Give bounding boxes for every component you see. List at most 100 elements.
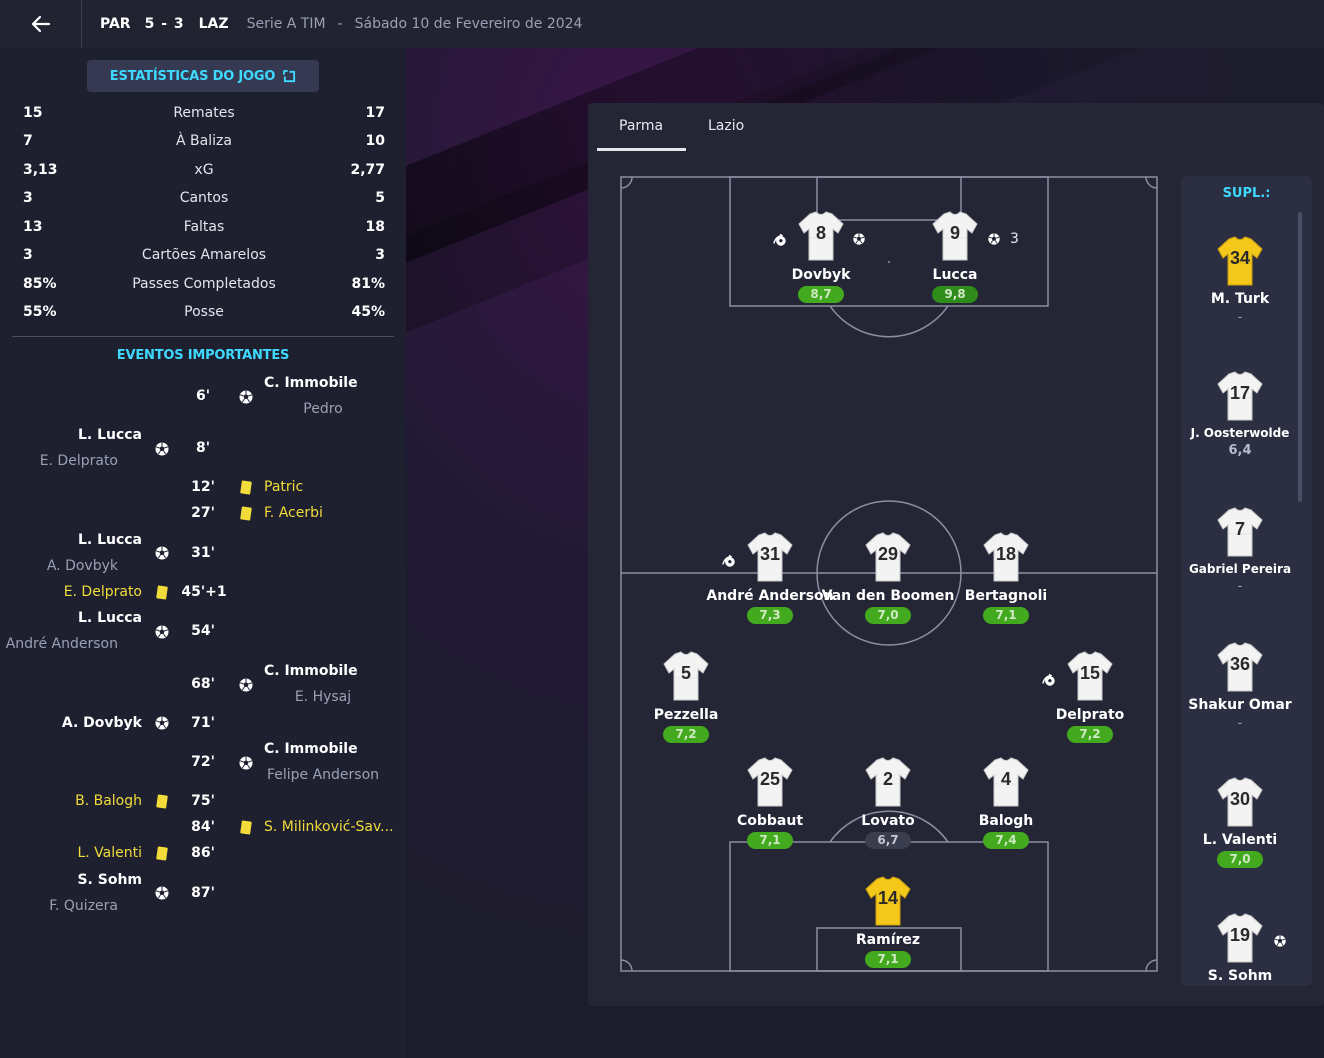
back-button[interactable] (0, 0, 82, 48)
stat-label: Cantos (179, 190, 229, 206)
goal-icon (154, 441, 170, 457)
stat-row-shots: 15 Remates 17 (23, 102, 385, 124)
goal-icon (1273, 934, 1287, 948)
stat-away-value: 18 (365, 219, 385, 235)
stat-home-value: 3 (23, 247, 33, 263)
player-name: Bertagnoli (964, 588, 1048, 604)
player-name: Delprato (1055, 707, 1125, 723)
assist-icon (722, 554, 736, 568)
event-player[interactable]: F. Acerbi (264, 505, 323, 521)
competition-name[interactable]: Serie A TIM (247, 16, 326, 32)
goal-icon (238, 677, 254, 693)
event-assist-player[interactable]: A. Dovbyk (0, 558, 118, 574)
sub-m-turk[interactable]: 34 M. Turk - (1181, 233, 1299, 325)
goal-icon (154, 545, 170, 561)
event-player[interactable]: C. Immobile (264, 663, 358, 679)
goal-count: 3 (1010, 231, 1019, 247)
shirt-number: 9 (949, 223, 960, 243)
section-divider (12, 336, 394, 337)
goal-icon (154, 885, 170, 901)
goal-icon (852, 232, 866, 246)
player-lucca[interactable]: 9 Lucca 9,8 (885, 208, 1025, 303)
event-player[interactable]: C. Immobile (264, 375, 358, 391)
stat-row-fouls: 13 Faltas 18 (23, 216, 385, 238)
stat-away-value: 2,77 (350, 162, 385, 178)
shirt-icon: 36 (1212, 639, 1268, 695)
sub-l-valenti[interactable]: 30 L. Valenti 7,0 (1181, 774, 1299, 868)
sub-j-oosterwolde[interactable]: 17 J. Oosterwolde 6,4 (1181, 368, 1299, 458)
event-assist-player[interactable]: E. Hysaj (264, 689, 382, 705)
event-assist-player[interactable]: André Anderson (0, 636, 118, 652)
stat-away-value: 17 (365, 105, 385, 121)
yellow-card-icon (156, 585, 168, 600)
event-assist-player[interactable]: Pedro (264, 401, 382, 417)
event-player[interactable]: L. Lucca (78, 427, 142, 443)
player-pezzella[interactable]: 5 Pezzella 7,2 (616, 648, 756, 743)
stat-label: Posse (184, 304, 224, 320)
event-player[interactable]: B. Balogh (75, 793, 142, 809)
shirt-number: 18 (995, 544, 1017, 564)
player-delprato[interactable]: 15 Delprato 7,2 (1020, 648, 1160, 743)
event-player[interactable]: Patric (264, 479, 303, 495)
home-team-code[interactable]: PAR (100, 16, 131, 32)
player-dovbyk[interactable]: 8 Dovbyk 8,7 (751, 208, 891, 303)
player-balogh[interactable]: 4 Balogh 7,4 (936, 754, 1076, 849)
stat-home-value: 13 (23, 219, 43, 235)
event-player[interactable]: A. Dovbyk (62, 715, 142, 731)
shirt-icon: 17 (1212, 368, 1268, 424)
yellow-card-icon (240, 506, 252, 521)
player-bertagnoli[interactable]: 18 Bertagnoli 7,1 (936, 529, 1076, 624)
shirt-number: 30 (1229, 789, 1251, 809)
shirt-icon: 4 (978, 754, 1034, 810)
keeper-shirt-icon: 34 (1212, 233, 1268, 289)
event-player[interactable]: L. Valenti (77, 845, 142, 861)
event-assist-player[interactable]: E. Delprato (0, 453, 118, 469)
shirt-icon: 15 (1062, 648, 1118, 704)
tab-lazio[interactable]: Lazio (708, 118, 744, 134)
event-minute: 54' (191, 623, 215, 639)
event-assist-player[interactable]: Felipe Anderson (264, 767, 382, 783)
stat-home-value: 3,13 (23, 162, 58, 178)
player-rating: 7,1 (983, 607, 1029, 624)
event-player[interactable]: L. Lucca (78, 610, 142, 626)
goal-icon (987, 232, 1001, 246)
event-assist-player[interactable]: F. Quizera (0, 898, 118, 914)
player-rating: 7,0 (865, 607, 911, 624)
event-player[interactable]: C. Immobile (264, 741, 358, 757)
sub-gabriel-pereira[interactable]: 7 Gabriel Pereira - (1181, 504, 1299, 594)
stat-home-value: 15 (23, 105, 43, 121)
stat-label: Passes Completados (132, 276, 276, 292)
stat-row-xg: 3,13 xG 2,77 (23, 159, 385, 181)
player-name: S. Sohm (1207, 968, 1273, 984)
goal-icon (154, 624, 170, 640)
match-date: Sábado 10 de Fevereiro de 2024 (354, 16, 583, 32)
player-ramirez[interactable]: 14 Ramírez 7,1 (818, 873, 958, 968)
match-summary-panel: ESTATÍSTICAS DO JOGO 15 Remates 17 7 À B… (0, 48, 406, 1058)
shirt-icon: 29 (860, 529, 916, 585)
tab-parma[interactable]: Parma (619, 118, 663, 134)
yellow-card-icon (156, 794, 168, 809)
sub-shakur-omar[interactable]: 36 Shakur Omar - (1181, 639, 1299, 731)
match-stats-button-label: ESTATÍSTICAS DO JOGO (109, 68, 276, 84)
shirt-icon: 30 (1212, 774, 1268, 830)
event-player[interactable]: S. Sohm (77, 872, 142, 888)
player-rating: 6,4 (1228, 443, 1252, 458)
event-player[interactable]: S. Milinković-Sav... (264, 819, 394, 835)
away-team-code[interactable]: LAZ (199, 16, 229, 32)
goal-icon (154, 715, 170, 731)
event-player[interactable]: L. Lucca (78, 532, 142, 548)
player-rating: 7,1 (865, 951, 911, 968)
player-name: Ramírez (855, 932, 921, 948)
match-stats-button[interactable]: ESTATÍSTICAS DO JOGO (87, 60, 319, 92)
player-name: J. Oosterwolde (1190, 426, 1290, 440)
stat-home-value: 7 (23, 133, 33, 149)
keeper-shirt-icon: 14 (860, 873, 916, 929)
event-player[interactable]: E. Delprato (64, 584, 142, 600)
stat-row-yellow-cards: 3 Cartões Amarelos 3 (23, 244, 385, 266)
shirt-number: 31 (759, 544, 781, 564)
stat-row-possession: 55% Posse 45% (23, 301, 385, 323)
shirt-number: 7 (1234, 519, 1245, 539)
events-title: EVENTOS IMPORTANTES (116, 348, 290, 363)
stat-label: Remates (173, 105, 235, 121)
goal-icon (238, 755, 254, 771)
